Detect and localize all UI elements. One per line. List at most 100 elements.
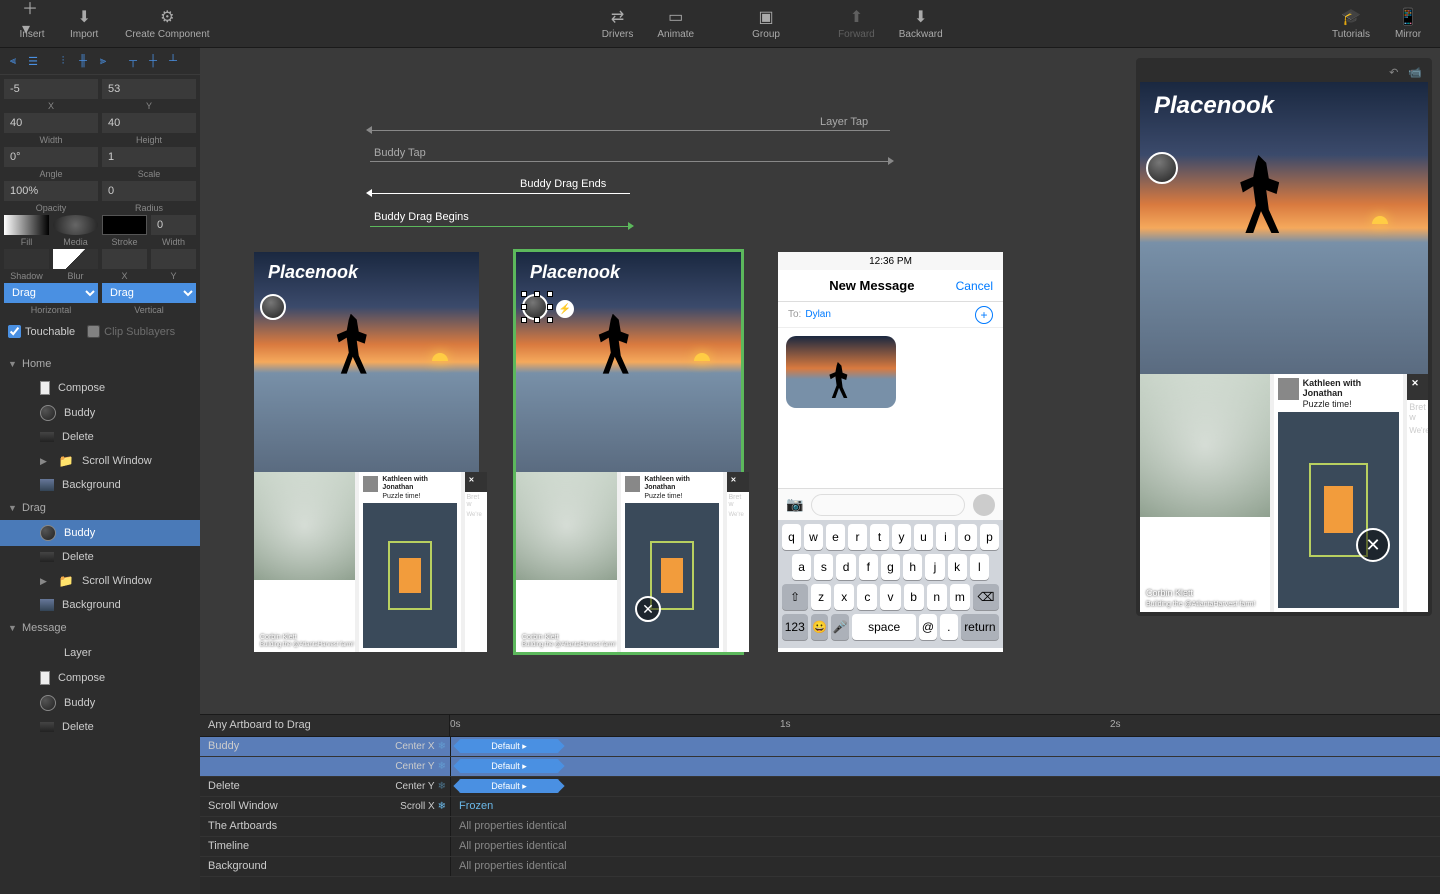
align-center-h-icon[interactable]: ☰ <box>24 52 42 70</box>
kb-key-d[interactable]: d <box>836 554 855 580</box>
kb-mic[interactable]: 🎤 <box>831 614 849 640</box>
kb-key-k[interactable]: k <box>948 554 967 580</box>
shadow-y-input[interactable] <box>151 249 196 269</box>
kb-emoji[interactable]: 😀 <box>811 614 829 640</box>
kb-key-u[interactable]: u <box>914 524 933 550</box>
timeline-row[interactable]: BuddyCenter X ❄Default ▸ <box>200 737 1440 757</box>
to-value[interactable]: Dylan <box>805 309 831 320</box>
width-input[interactable] <box>4 113 98 133</box>
align-left-icon[interactable]: ⫷ <box>4 52 22 70</box>
animate-button[interactable]: ▭ Animate <box>647 3 704 44</box>
kb-123[interactable]: 123 <box>782 614 808 640</box>
camera-icon[interactable]: 📷 <box>786 496 803 513</box>
mic-icon[interactable] <box>973 494 995 516</box>
kb-key-p[interactable]: p <box>980 524 999 550</box>
kb-key-n[interactable]: n <box>927 584 947 610</box>
kb-key-g[interactable]: g <box>881 554 900 580</box>
kb-key-i[interactable]: i <box>936 524 955 550</box>
kb-key-a[interactable]: a <box>792 554 811 580</box>
kb-return[interactable]: return <box>961 614 999 640</box>
touchable-checkbox[interactable]: Touchable <box>4 321 79 342</box>
attachment-thumbnail[interactable] <box>786 336 896 408</box>
timeline-row[interactable]: TimelineAll properties identical <box>200 837 1440 857</box>
tree-item-compose-msg[interactable]: Compose <box>0 666 200 690</box>
create-component-button[interactable]: ⚙ Create Component <box>112 3 222 44</box>
forward-button[interactable]: ⬆ Forward <box>828 3 885 44</box>
artboard-drag[interactable]: Placenook ⚡ Corbin KlettBuilding the @At… <box>516 252 741 652</box>
tree-item-background-drag[interactable]: Background <box>0 594 200 616</box>
kb-key-m[interactable]: m <box>950 584 970 610</box>
tree-section-message[interactable]: ▼Message <box>0 616 200 640</box>
mirror-button[interactable]: 📱 Mirror <box>1384 3 1432 44</box>
distribute-h-icon[interactable]: ┬ <box>124 52 142 70</box>
tree-item-delete-msg[interactable]: Delete <box>0 716 200 738</box>
stroke-width-input[interactable] <box>151 215 196 235</box>
kb-key-y[interactable]: y <box>892 524 911 550</box>
tree-item-delete-home[interactable]: Delete <box>0 426 200 448</box>
tree-item-compose[interactable]: Compose <box>0 376 200 400</box>
tutorials-button[interactable]: 🎓 Tutorials <box>1322 3 1380 44</box>
shadow-swatch[interactable] <box>4 249 49 269</box>
height-input[interactable] <box>102 113 196 133</box>
kb-key-s[interactable]: s <box>814 554 833 580</box>
kb-key-x[interactable]: x <box>834 584 854 610</box>
kb-key-l[interactable]: l <box>970 554 989 580</box>
tree-item-buddy-home[interactable]: Buddy <box>0 400 200 426</box>
tree-item-buddy-msg[interactable]: Buddy <box>0 690 200 716</box>
timeline-row[interactable]: The ArtboardsAll properties identical <box>200 817 1440 837</box>
kb-key-v[interactable]: v <box>880 584 900 610</box>
fill-swatch[interactable] <box>4 215 49 235</box>
tree-item-layer[interactable]: Layer <box>0 640 200 666</box>
video-icon[interactable]: 📹 <box>1408 66 1422 79</box>
kb-key-b[interactable]: b <box>904 584 924 610</box>
artboard-message[interactable]: 12:36 PM New Message Cancel To: Dylan + … <box>778 252 1003 652</box>
selection-handles[interactable] <box>524 294 550 320</box>
import-button[interactable]: ⬇ Import <box>60 3 108 44</box>
preview-close-icon[interactable]: ✕ <box>1356 528 1390 562</box>
kb-key-f[interactable]: f <box>859 554 878 580</box>
distribute-icon[interactable]: ┴ <box>164 52 182 70</box>
add-recipient-icon[interactable]: + <box>975 306 993 324</box>
timeline-row[interactable]: Center Y ❄Default ▸ <box>200 757 1440 777</box>
tree-item-scroll-home[interactable]: ▶📁Scroll Window <box>0 448 200 474</box>
timeline-row[interactable]: DeleteCenter Y ❄Default ▸ <box>200 777 1440 797</box>
tree-item-scroll-drag[interactable]: ▶📁Scroll Window <box>0 568 200 594</box>
radius-input[interactable] <box>102 181 196 201</box>
kb-key-z[interactable]: z <box>811 584 831 610</box>
insert-button[interactable]: ＋▾ Insert <box>8 3 56 44</box>
tree-item-background-home[interactable]: Background <box>0 474 200 496</box>
close-icon[interactable]: ✕ <box>635 596 661 622</box>
align-bottom-icon[interactable]: ⫸ <box>94 52 112 70</box>
align-middle-icon[interactable]: ╫ <box>74 52 92 70</box>
kb-key-e[interactable]: e <box>826 524 845 550</box>
clip-sublayers-checkbox[interactable]: Clip Sublayers <box>83 321 179 342</box>
timeline-row[interactable]: Scroll WindowScroll X ❄Frozen <box>200 797 1440 817</box>
artboard-home[interactable]: Placenook Corbin KlettBuilding the @Atla… <box>254 252 479 652</box>
opacity-input[interactable] <box>4 181 98 201</box>
kb-key-c[interactable]: c <box>857 584 877 610</box>
undo-icon[interactable]: ↶ <box>1389 66 1398 79</box>
y-input[interactable] <box>102 79 196 99</box>
kb-key-⇧[interactable]: ⇧ <box>782 584 808 610</box>
backward-button[interactable]: ⬇ Backward <box>889 3 953 44</box>
angle-input[interactable] <box>4 147 98 167</box>
x-input[interactable] <box>4 79 98 99</box>
kb-space[interactable]: space <box>852 614 916 640</box>
kb-key-o[interactable]: o <box>958 524 977 550</box>
media-swatch[interactable] <box>53 215 98 235</box>
message-input[interactable] <box>811 494 965 516</box>
kb-key-q[interactable]: q <box>782 524 801 550</box>
kb-key-w[interactable]: w <box>804 524 823 550</box>
cancel-button[interactable]: Cancel <box>956 279 993 293</box>
preview-avatar[interactable] <box>1146 152 1178 184</box>
tree-section-drag[interactable]: ▼Drag <box>0 496 200 520</box>
shadow-x-input[interactable] <box>102 249 147 269</box>
kb-key-j[interactable]: j <box>925 554 944 580</box>
align-top-icon[interactable]: ⫶ <box>54 52 72 70</box>
tree-item-delete-drag[interactable]: Delete <box>0 546 200 568</box>
kb-key-t[interactable]: t <box>870 524 889 550</box>
tree-section-home[interactable]: ▼Home <box>0 352 200 376</box>
drivers-button[interactable]: ⇄ Drivers <box>592 3 644 44</box>
lightning-icon[interactable]: ⚡ <box>556 300 574 318</box>
group-button[interactable]: ▣ Group <box>742 3 790 44</box>
